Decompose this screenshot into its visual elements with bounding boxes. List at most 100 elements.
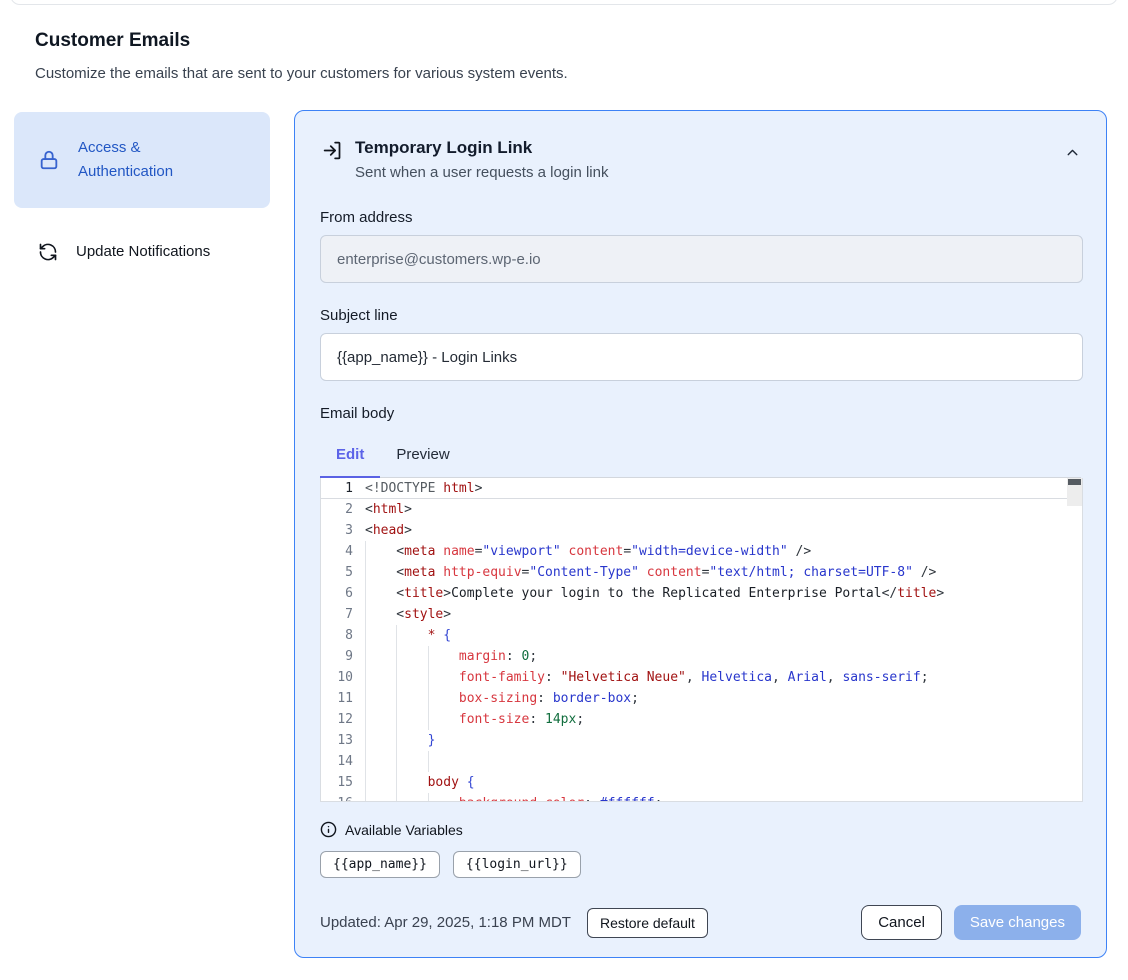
sidebar-item-label: Access & Authentication <box>78 136 218 184</box>
subject-line-input[interactable] <box>320 333 1083 381</box>
refresh-icon <box>38 242 58 262</box>
page-title: Customer Emails <box>35 30 935 52</box>
indent-guide <box>396 730 427 751</box>
code-text: <meta http-equiv="Content-Type" content=… <box>365 562 936 583</box>
code-text: <!DOCTYPE html> <box>365 478 482 498</box>
indent-guide <box>365 751 396 772</box>
page-subtitle: Customize the emails that are sent to yo… <box>35 65 935 82</box>
indent-guide <box>365 709 396 730</box>
indent-guide <box>365 688 396 709</box>
code-text: box-sizing: border-box; <box>365 688 639 709</box>
variable-chip[interactable]: {{login_url}} <box>453 851 581 878</box>
indent-guide <box>365 604 396 625</box>
line-number: 6 <box>321 583 365 604</box>
code-text: background-color: #ffffff; <box>365 793 662 802</box>
indent-guide <box>365 625 396 646</box>
variable-chip[interactable]: {{app_name}} <box>320 851 440 878</box>
email-settings-panel: Temporary Login Link Sent when a user re… <box>294 110 1107 958</box>
code-text: } <box>365 730 435 751</box>
cancel-button[interactable]: Cancel <box>861 905 942 940</box>
indent-guide <box>396 709 427 730</box>
line-number: 4 <box>321 541 365 562</box>
subject-line-label: Subject line <box>320 307 1081 324</box>
indent-guide <box>428 793 459 802</box>
code-text: margin: 0; <box>365 646 537 667</box>
code-editor[interactable]: 1<!DOCTYPE html>2<html>3<head>4<meta nam… <box>320 478 1083 802</box>
code-line: 6<title>Complete your login to the Repli… <box>321 583 1082 604</box>
from-address-label: From address <box>320 209 1081 226</box>
tab-edit[interactable]: Edit <box>320 436 380 477</box>
code-text: <meta name="viewport" content="width=dev… <box>365 541 811 562</box>
indent-guide <box>365 793 396 802</box>
indent-guide <box>365 562 396 583</box>
panel-title: Temporary Login Link <box>355 136 608 160</box>
code-text: body { <box>365 772 475 793</box>
line-number: 7 <box>321 604 365 625</box>
line-number: 5 <box>321 562 365 583</box>
indent-guide <box>365 646 396 667</box>
tab-preview[interactable]: Preview <box>380 436 465 477</box>
indent-guide <box>365 583 396 604</box>
code-text: * { <box>365 625 451 646</box>
line-number: 9 <box>321 646 365 667</box>
code-text: <style> <box>365 604 451 625</box>
indent-guide <box>365 730 396 751</box>
indent-guide <box>365 541 396 562</box>
line-number: 13 <box>321 730 365 751</box>
indent-guide <box>428 751 459 772</box>
code-text: <html> <box>365 499 412 520</box>
code-line: 12font-size: 14px; <box>321 709 1082 730</box>
indent-guide <box>428 667 459 688</box>
login-icon <box>322 140 343 161</box>
variable-chips: {{app_name}} {{login_url}} <box>320 851 1081 878</box>
line-number: 16 <box>321 793 365 802</box>
restore-default-button[interactable]: Restore default <box>587 908 708 938</box>
line-number: 2 <box>321 499 365 520</box>
email-body-label: Email body <box>320 405 1081 422</box>
indent-guide <box>396 667 427 688</box>
previous-card-bottom-edge <box>10 0 1118 5</box>
email-types-sidebar: Access & Authentication Update Notificati… <box>14 112 270 277</box>
code-line: 1<!DOCTYPE html> <box>321 478 1082 499</box>
code-line: 13} <box>321 730 1082 751</box>
line-number: 8 <box>321 625 365 646</box>
code-line: 16background-color: #ffffff; <box>321 793 1082 802</box>
line-number: 14 <box>321 751 365 772</box>
indent-guide <box>396 751 427 772</box>
panel-subtitle: Sent when a user requests a login link <box>355 160 608 185</box>
code-line: 11box-sizing: border-box; <box>321 688 1082 709</box>
code-line: 10font-family: "Helvetica Neue", Helveti… <box>321 667 1082 688</box>
lock-icon <box>38 149 60 171</box>
code-text: font-family: "Helvetica Neue", Helvetica… <box>365 667 929 688</box>
code-line: 5<meta http-equiv="Content-Type" content… <box>321 562 1082 583</box>
info-icon <box>320 821 337 838</box>
sidebar-item-access-authentication[interactable]: Access & Authentication <box>14 112 270 208</box>
indent-guide <box>365 772 396 793</box>
chevron-up-icon[interactable] <box>1064 144 1081 161</box>
save-changes-button[interactable]: Save changes <box>954 905 1081 940</box>
code-text <box>365 751 459 772</box>
from-address-input[interactable] <box>320 235 1083 283</box>
code-text: <head> <box>365 520 412 541</box>
indent-guide <box>428 709 459 730</box>
code-line: 9margin: 0; <box>321 646 1082 667</box>
indent-guide <box>428 688 459 709</box>
indent-guide <box>396 625 427 646</box>
indent-guide <box>365 667 396 688</box>
line-number: 10 <box>321 667 365 688</box>
indent-guide <box>428 646 459 667</box>
line-number: 1 <box>321 478 365 498</box>
available-variables-label: Available Variables <box>345 822 463 838</box>
line-number: 15 <box>321 772 365 793</box>
sidebar-item-update-notifications[interactable]: Update Notifications <box>14 227 270 277</box>
code-line: 2<html> <box>321 499 1082 520</box>
line-number: 3 <box>321 520 365 541</box>
updated-timestamp: Updated: Apr 29, 2025, 1:18 PM MDT <box>320 914 571 931</box>
code-line: 14 <box>321 751 1082 772</box>
editor-scrollbar-thumb[interactable] <box>1068 479 1081 485</box>
code-line: 15body { <box>321 772 1082 793</box>
sidebar-item-label: Update Notifications <box>76 240 210 264</box>
code-line: 8* { <box>321 625 1082 646</box>
indent-guide <box>396 772 427 793</box>
email-body-tabs: EditPreview <box>320 436 1081 478</box>
